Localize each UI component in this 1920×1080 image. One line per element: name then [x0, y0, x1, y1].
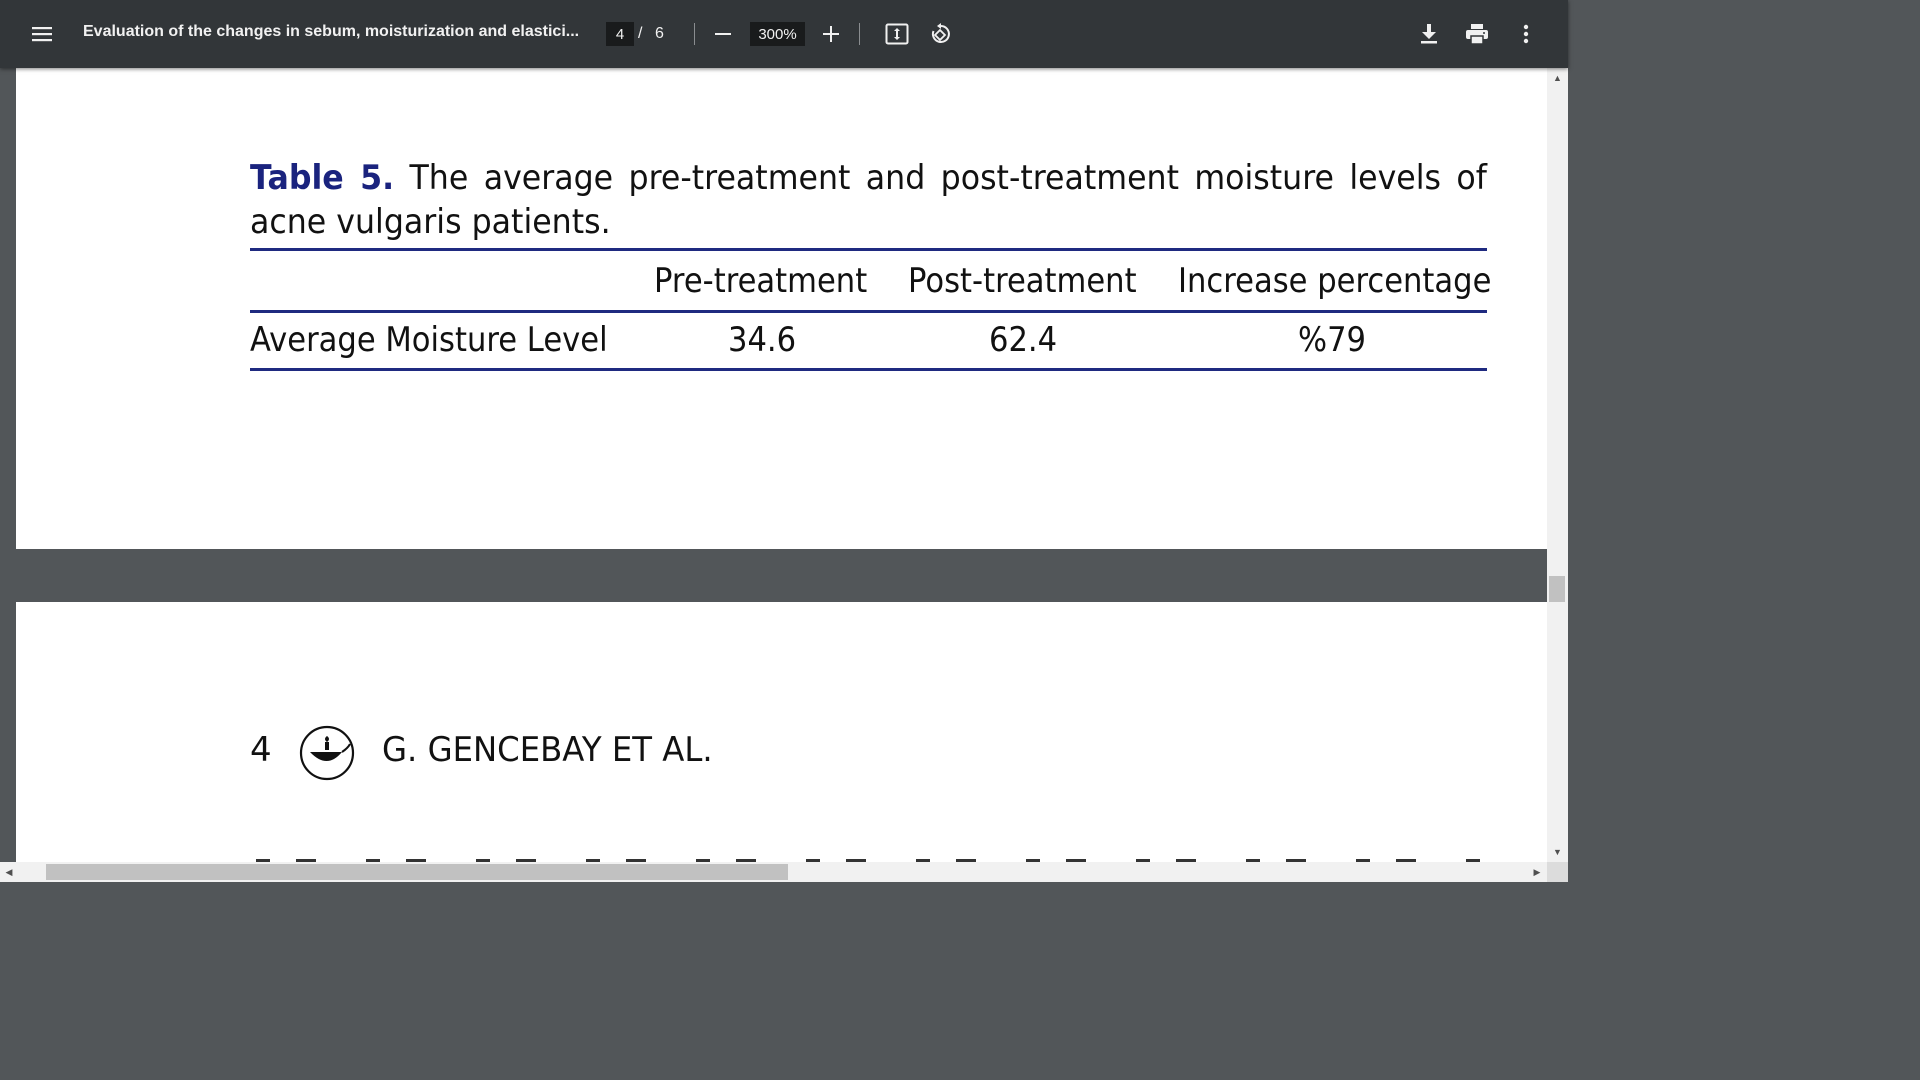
- page-separator: /: [638, 25, 643, 42]
- cell-pre-treatment-value: 34.6: [728, 320, 797, 360]
- table-header-rule: [250, 310, 1487, 313]
- fit-to-page-button[interactable]: [880, 18, 914, 50]
- table-top-rule: [250, 248, 1487, 251]
- print-button[interactable]: [1460, 18, 1494, 50]
- document-title: Evaluation of the changes in sebum, mois…: [83, 23, 580, 40]
- download-button[interactable]: [1412, 18, 1446, 50]
- print-icon: [1466, 24, 1488, 44]
- row-label-average-moisture: Average Moisture Level: [250, 320, 608, 360]
- scroll-left-arrow-icon[interactable]: ◀: [0, 862, 18, 882]
- running-head: G. GENCEBAY ET AL.: [382, 730, 713, 770]
- table-bottom-rule: [250, 368, 1487, 371]
- table-caption: Table 5. The average pre-treatment and p…: [250, 156, 1487, 244]
- menu-button[interactable]: [22, 16, 62, 52]
- scroll-down-arrow-icon[interactable]: ▼: [1547, 844, 1568, 860]
- toolbar-divider: [694, 23, 695, 45]
- rotate-button[interactable]: [924, 18, 958, 50]
- horizontal-scroll-thumb[interactable]: [46, 864, 788, 880]
- horizontal-scrollbar[interactable]: ◀ ▶: [0, 862, 1547, 882]
- column-header-pre-treatment: Pre-treatment: [654, 261, 868, 301]
- column-header-post-treatment: Post-treatment: [908, 261, 1137, 301]
- pdf-page: 4 G. GENCEBAY ET AL.: [16, 602, 1547, 862]
- download-icon: [1421, 24, 1437, 44]
- rotate-icon: [931, 23, 950, 43]
- publisher-logo-icon: [299, 725, 355, 781]
- table-label: Table 5.: [250, 158, 395, 198]
- zoom-out-button[interactable]: [708, 18, 738, 50]
- scrollbar-corner: [1547, 862, 1568, 882]
- scroll-up-arrow-icon[interactable]: ▲: [1547, 70, 1568, 86]
- vertical-scroll-thumb[interactable]: [1549, 576, 1565, 602]
- page-number: 4: [250, 730, 272, 770]
- zoom-level-input[interactable]: [750, 22, 805, 46]
- more-vertical-icon: [1523, 24, 1529, 44]
- scroll-right-arrow-icon[interactable]: ▶: [1528, 862, 1546, 882]
- plus-icon: [823, 26, 839, 42]
- cell-increase-percentage-value: %79: [1298, 320, 1367, 360]
- zoom-in-button[interactable]: [816, 18, 846, 50]
- table-caption-text: The average pre-treatment and post-treat…: [250, 158, 1487, 242]
- toolbar-divider: [859, 23, 860, 45]
- pdf-toolbar: Evaluation of the changes in sebum, mois…: [0, 0, 1568, 68]
- minus-icon: [715, 33, 731, 35]
- more-options-button[interactable]: [1510, 18, 1542, 50]
- page-number-input[interactable]: [606, 22, 634, 46]
- pdf-page: Table 5. The average pre-treatment and p…: [16, 68, 1547, 549]
- cell-post-treatment-value: 62.4: [989, 320, 1058, 360]
- menu-icon: [32, 27, 52, 42]
- vertical-scrollbar[interactable]: ▲ ▼: [1547, 68, 1568, 862]
- column-header-increase-percentage: Increase percentage: [1178, 261, 1492, 301]
- page-total: 6: [655, 25, 664, 42]
- fit-to-page-icon: [885, 23, 909, 45]
